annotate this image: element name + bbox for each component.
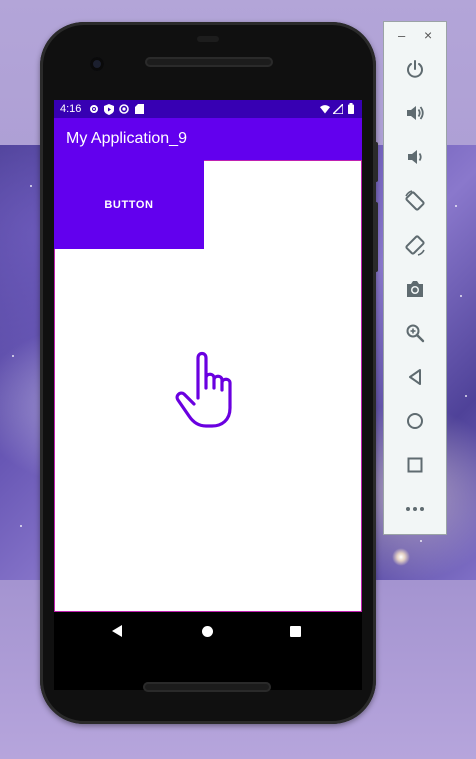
volume-up-icon[interactable] [400, 98, 430, 128]
back-icon[interactable] [400, 362, 430, 392]
status-bar: 4:16 [54, 100, 362, 118]
emulator-toolbar: – × [383, 21, 447, 535]
app-bar: My Application_9 [54, 118, 362, 160]
top-speaker [145, 57, 273, 67]
status-time: 4:16 [60, 103, 82, 115]
rotate-left-icon[interactable] [400, 186, 430, 216]
home-icon[interactable] [400, 406, 430, 436]
nav-home-icon[interactable] [202, 626, 213, 637]
phone-screen: 4:16 My Application_9 BUTTON [54, 100, 362, 690]
signal-icon [333, 103, 343, 114]
minimize-button[interactable]: – [398, 28, 405, 43]
shield-play-icon [104, 103, 115, 115]
sync-icon [119, 104, 130, 115]
close-button[interactable]: × [424, 27, 432, 43]
power-side-button [374, 142, 378, 182]
bottom-speaker [143, 682, 271, 692]
star-glow [392, 548, 410, 566]
nav-back-icon[interactable] [112, 625, 122, 637]
power-icon[interactable] [400, 54, 430, 84]
wifi-icon [320, 103, 330, 114]
sd-card-icon [134, 104, 144, 115]
camera-icon[interactable] [400, 274, 430, 304]
rotate-right-icon[interactable] [400, 230, 430, 260]
toolbar-titlebar: – × [384, 22, 446, 52]
phone-device-frame: 4:16 My Application_9 BUTTON [40, 22, 378, 724]
hand-pointer-icon [175, 351, 232, 428]
front-camera [90, 57, 104, 71]
zoom-icon[interactable] [400, 318, 430, 348]
app-title: My Application_9 [66, 130, 187, 147]
overview-icon[interactable] [400, 450, 430, 480]
battery-icon [346, 103, 356, 114]
volume-down-icon[interactable] [400, 142, 430, 172]
more-icon[interactable] [400, 494, 430, 524]
main-button[interactable]: BUTTON [54, 160, 204, 249]
top-bezel-slot [197, 36, 219, 42]
settings-icon [89, 104, 99, 115]
app-content: BUTTON [54, 160, 362, 612]
nav-recents-icon[interactable] [290, 626, 301, 637]
navigation-bar [54, 612, 362, 690]
volume-side-button [374, 202, 378, 272]
